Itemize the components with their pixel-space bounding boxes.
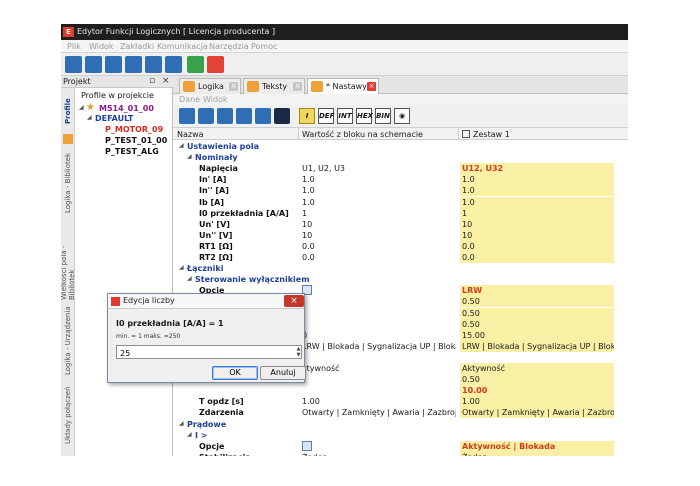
tree-item-test-alg[interactable]: P_TEST_ALG bbox=[105, 147, 159, 156]
title-bar: E Edytor Funkcji Logicznych [ Licencja p… bbox=[61, 24, 628, 40]
expand-icon[interactable]: ◢ bbox=[79, 104, 84, 111]
menu-tools[interactable]: Narzędzia bbox=[209, 42, 249, 51]
tools-icon[interactable] bbox=[145, 56, 162, 73]
profile-icon bbox=[63, 134, 73, 144]
menu-bookmarks[interactable]: Zakładki bbox=[120, 42, 154, 51]
menu-communication[interactable]: Komunikacja bbox=[157, 42, 208, 51]
menu-bar: Plik Widok Zakładki Komunikacja Narzędzi… bbox=[61, 40, 628, 53]
main-toolbar bbox=[61, 53, 628, 76]
connect-icon[interactable] bbox=[187, 56, 204, 73]
dialog-close-button[interactable]: × bbox=[284, 295, 304, 307]
dialog-number-input[interactable] bbox=[116, 345, 302, 359]
window-title: Edytor Funkcji Logicznych [ Licencja pro… bbox=[77, 27, 276, 36]
tree-item-motor[interactable]: P_MOTOR_09 bbox=[105, 125, 163, 134]
profile-tree: Profile w projekcie ◢ ★ M514_01_00 ◢ DEF… bbox=[75, 88, 173, 456]
cancel-button[interactable]: Anuluj bbox=[260, 366, 306, 380]
project-panel: Projekt ▫ × Profile Logika - Bibliotek W… bbox=[61, 76, 173, 456]
tree-section-title: Profile w projekcie bbox=[81, 91, 154, 100]
dialog-parameter-label: I0 przekładnia [A/A] = 1 bbox=[116, 319, 224, 328]
dock-icon[interactable]: ▫ bbox=[149, 76, 155, 86]
export-icon[interactable] bbox=[125, 56, 142, 73]
save-icon[interactable] bbox=[105, 56, 122, 73]
menu-help[interactable]: Pomoc bbox=[251, 42, 278, 51]
app-logo-icon: E bbox=[63, 27, 74, 37]
vtab-field-library[interactable]: Wielkości pola - Bibliotek bbox=[61, 222, 76, 300]
dialog-title: Edycja liczby bbox=[123, 296, 175, 305]
settings-icon[interactable] bbox=[165, 56, 182, 73]
project-panel-header: Projekt ▫ × bbox=[61, 76, 173, 88]
menu-file[interactable]: Plik bbox=[67, 42, 81, 51]
vtab-logic-library[interactable]: Logika - Bibliotek bbox=[61, 148, 75, 218]
vtab-connections[interactable]: Układy połączeń bbox=[61, 382, 75, 448]
dialog-app-icon bbox=[111, 297, 120, 306]
project-panel-title: Projekt bbox=[63, 77, 91, 86]
vertical-tabs: Profile Logika - Bibliotek Wielkości pol… bbox=[61, 88, 76, 456]
tree-item-m514[interactable]: M514_01_00 bbox=[99, 104, 154, 113]
ok-button[interactable]: OK bbox=[212, 366, 258, 380]
close-icon[interactable]: × bbox=[162, 76, 170, 86]
edit-number-dialog: Edycja liczby × I0 przekładnia [A/A] = 1… bbox=[107, 293, 306, 383]
new-file-icon[interactable] bbox=[65, 56, 82, 73]
menu-view[interactable]: Widok bbox=[89, 42, 114, 51]
alarm-icon[interactable] bbox=[207, 56, 224, 73]
tree-item-test01[interactable]: P_TEST_01_00 bbox=[105, 136, 167, 145]
dialog-title-bar: Edycja liczby × bbox=[108, 294, 304, 309]
vtab-profiles[interactable]: Profile bbox=[61, 92, 75, 130]
open-file-icon[interactable] bbox=[85, 56, 102, 73]
dialog-range: min. = 1 maks. =250 bbox=[116, 333, 181, 340]
vtab-logic-devices[interactable]: Logika - Urządzenia bbox=[61, 304, 75, 378]
app-window: E Edytor Funkcji Logicznych [ Licencja p… bbox=[61, 24, 628, 456]
expand-icon[interactable]: ◢ bbox=[87, 114, 92, 121]
star-icon: ★ bbox=[86, 102, 95, 113]
spinner-arrows-icon[interactable]: ▲ ▼ bbox=[295, 346, 302, 358]
tree-item-default[interactable]: DEFAULT bbox=[95, 114, 133, 123]
